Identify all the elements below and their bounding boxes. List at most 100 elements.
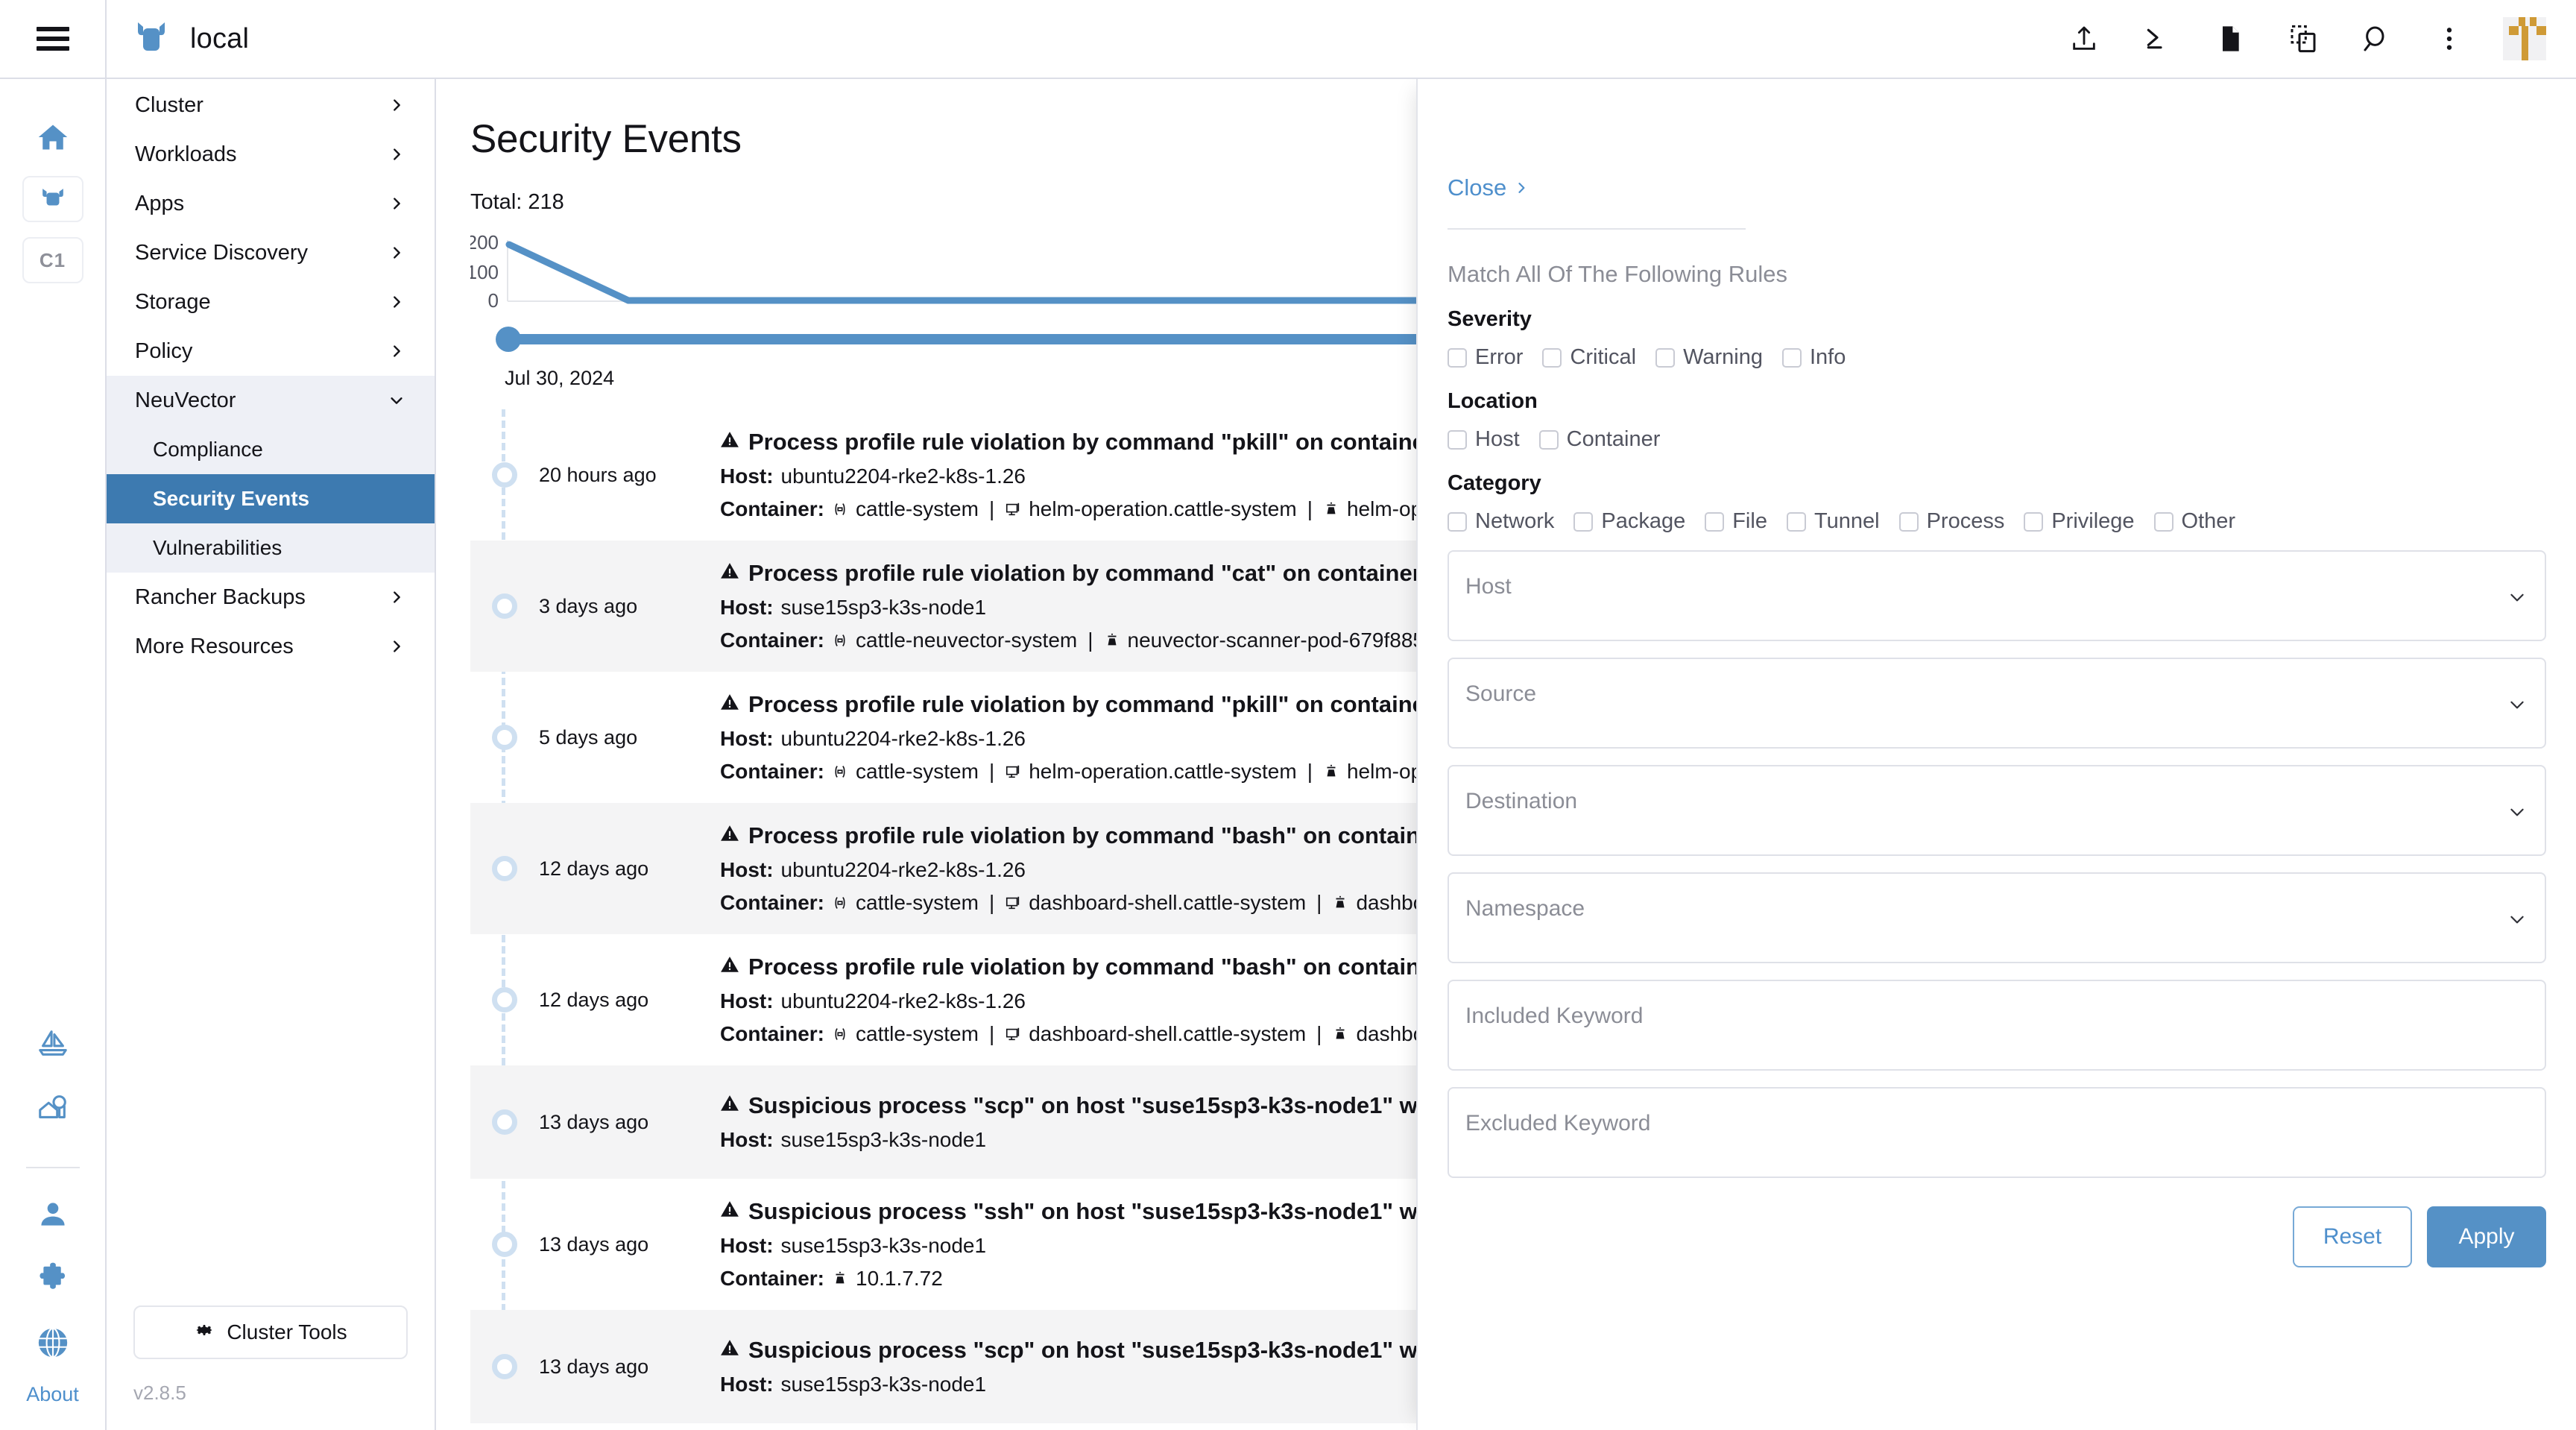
checkbox-other[interactable]: Other — [2153, 509, 2236, 534]
separator: | — [1307, 497, 1313, 520]
panel-divider — [1448, 228, 1746, 230]
checkbox-box[interactable] — [1655, 347, 1676, 368]
checkbox-box[interactable] — [2153, 511, 2174, 532]
checkbox-box[interactable] — [1448, 511, 1467, 532]
sidebar-item-neuvector[interactable]: NeuVector — [107, 376, 435, 425]
event-time: 13 days ago — [539, 1355, 649, 1378]
chevron-right-icon — [388, 343, 405, 359]
included-keyword-input[interactable]: Included Keyword — [1448, 980, 2546, 1071]
workload-icon — [1005, 1026, 1021, 1042]
docs-icon[interactable] — [2211, 19, 2250, 58]
checkbox-label: Network — [1475, 509, 1555, 533]
sidebar-item-rancher-backups[interactable]: Rancher Backups — [107, 573, 435, 622]
checkbox-box[interactable] — [1786, 511, 1806, 532]
excluded-keyword-input[interactable]: Excluded Keyword — [1448, 1087, 2546, 1178]
search-icon[interactable] — [2357, 19, 2396, 58]
hamburger-icon[interactable] — [0, 0, 107, 78]
source-select[interactable]: Source — [1448, 658, 2546, 749]
timeline-dot-icon — [492, 1109, 517, 1135]
checkbox-label: Other — [2181, 509, 2236, 533]
checkbox-privilege[interactable]: Privilege — [2024, 509, 2135, 534]
chevron-right-icon — [388, 195, 405, 212]
sidebar-item-cluster[interactable]: Cluster — [107, 81, 435, 130]
sidebar-item-apps[interactable]: Apps — [107, 179, 435, 228]
about-link[interactable]: About — [26, 1383, 79, 1406]
host-key: Host: — [720, 989, 774, 1012]
namespace-icon — [832, 763, 848, 780]
checkbox-box[interactable] — [1538, 429, 1559, 450]
home-icon[interactable] — [29, 113, 77, 161]
sidebar-item-storage[interactable]: Storage — [107, 277, 435, 327]
cluster-tools-button[interactable]: Cluster Tools — [133, 1305, 408, 1359]
timeline-dot-icon — [492, 856, 517, 881]
host-value: suse15sp3-k3s-node1 — [780, 596, 987, 619]
checkbox-box[interactable] — [1898, 511, 1919, 532]
checkbox-error[interactable]: Error — [1448, 345, 1523, 370]
sidebar-item-security-events[interactable]: Security Events — [107, 474, 435, 523]
global-settings-icon[interactable] — [29, 1319, 77, 1367]
chevron-right-icon — [388, 589, 405, 605]
checkbox-box[interactable] — [1448, 429, 1467, 450]
warning-triangle-icon — [720, 822, 739, 849]
cluster-c1-icon[interactable]: C1 — [22, 237, 83, 283]
timeline-marker — [470, 1065, 539, 1179]
checkbox-host[interactable]: Host — [1448, 427, 1520, 452]
event-title: Process profile rule violation by comman… — [748, 822, 1527, 848]
fleet-icon[interactable] — [29, 1019, 77, 1067]
checkbox-process[interactable]: Process — [1898, 509, 2004, 534]
pod-icon — [1332, 895, 1348, 911]
sidebar-item-service-discovery[interactable]: Service Discovery — [107, 228, 435, 277]
import-yaml-icon[interactable] — [2065, 19, 2103, 58]
checkbox-file[interactable]: File — [1705, 509, 1767, 534]
avatar[interactable] — [2503, 17, 2546, 60]
sidebar-item-policy[interactable]: Policy — [107, 327, 435, 376]
sidebar-item-compliance[interactable]: Compliance — [107, 425, 435, 474]
rancher-app-window: local C1 About Cluster Workloads Apps Se… — [0, 0, 2576, 1430]
extensions-icon[interactable] — [29, 1255, 77, 1303]
host-select[interactable]: Host — [1448, 550, 2546, 641]
checkbox-info[interactable]: Info — [1782, 345, 1846, 370]
sidebar-item-label: Rancher Backups — [135, 585, 306, 609]
kubectl-shell-icon[interactable] — [2138, 19, 2176, 58]
apply-button[interactable]: Apply — [2427, 1206, 2546, 1267]
checkbox-box[interactable] — [1782, 347, 1802, 368]
warning-triangle-icon — [720, 560, 739, 587]
container-key: Container: — [720, 891, 824, 914]
category-group-label: Category — [1448, 471, 1541, 495]
top-actions — [2065, 17, 2576, 60]
host-value: ubuntu2204-rke2-k8s-1.26 — [780, 989, 1026, 1012]
chevron-down-icon — [388, 392, 405, 409]
checkbox-box[interactable] — [1573, 511, 1594, 532]
brand[interactable]: local — [107, 19, 249, 58]
checkbox-box[interactable] — [1542, 347, 1562, 368]
checkbox-package[interactable]: Package — [1573, 509, 1685, 534]
cluster-local-icon[interactable] — [22, 176, 83, 222]
close-panel-button[interactable]: Close — [1448, 174, 1529, 201]
slider-handle-start[interactable] — [496, 327, 521, 352]
checkbox-warning[interactable]: Warning — [1655, 345, 1763, 370]
host-value: ubuntu2204-rke2-k8s-1.26 — [780, 858, 1026, 881]
namespace-select[interactable]: Namespace — [1448, 872, 2546, 963]
checkbox-network[interactable]: Network — [1448, 509, 1554, 534]
warning-triangle-icon — [720, 954, 739, 980]
event-title: Process profile rule violation by comman… — [748, 560, 1521, 586]
sidebar-item-vulnerabilities[interactable]: Vulnerabilities — [107, 523, 435, 573]
sidebar-item-more-resources[interactable]: More Resources — [107, 622, 435, 671]
sidebar-item-label: Workloads — [135, 142, 237, 166]
host-key: Host: — [720, 1128, 774, 1151]
reset-button[interactable]: Reset — [2293, 1206, 2412, 1267]
users-icon[interactable] — [29, 1191, 77, 1238]
workload-value: dashboard-shell.cattle-system — [1029, 891, 1307, 914]
sidebar-item-workloads[interactable]: Workloads — [107, 130, 435, 179]
virtualization-icon[interactable] — [29, 1083, 77, 1131]
cluster-dashboard-icon[interactable] — [2284, 19, 2323, 58]
checkbox-box[interactable] — [2024, 511, 2044, 532]
pod-icon — [1323, 763, 1339, 780]
destination-select[interactable]: Destination — [1448, 765, 2546, 856]
checkbox-tunnel[interactable]: Tunnel — [1786, 509, 1880, 534]
checkbox-box[interactable] — [1448, 347, 1467, 368]
checkbox-container[interactable]: Container — [1538, 427, 1660, 452]
overflow-menu-icon[interactable] — [2430, 19, 2469, 58]
checkbox-critical[interactable]: Critical — [1542, 345, 1636, 370]
checkbox-box[interactable] — [1705, 511, 1725, 532]
